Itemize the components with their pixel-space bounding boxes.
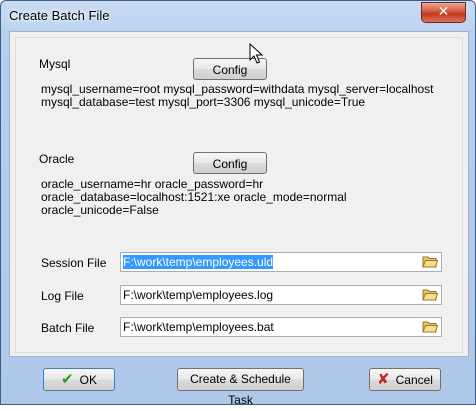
mysql-settings-line-2: mysql_database=test mysql_port=3306 mysq… bbox=[41, 95, 366, 109]
cancel-x-icon: ✘ bbox=[377, 370, 390, 388]
cancel-label: Cancel bbox=[395, 373, 433, 387]
cursor-icon bbox=[249, 43, 264, 64]
mysql-label: Mysql bbox=[39, 57, 71, 71]
session-file-value: F:\work\temp\employees.uld bbox=[123, 255, 274, 269]
close-button[interactable]: ✕ bbox=[421, 2, 466, 23]
ok-label: OK bbox=[79, 373, 97, 387]
mysql-settings-line-1: mysql_username=root mysql_password=withd… bbox=[41, 82, 434, 96]
title-bar: Create Batch File ✕ bbox=[1, 1, 475, 31]
oracle-settings-line-2: oracle_database=localhost:1521:xe oracle… bbox=[41, 190, 347, 204]
ok-button[interactable]: ✔ OK bbox=[43, 368, 115, 391]
window-title: Create Batch File bbox=[9, 8, 110, 23]
oracle-settings-line-3: oracle_unicode=False bbox=[41, 203, 159, 217]
batch-file-label: Batch File bbox=[41, 321, 95, 335]
oracle-settings-line-1: oracle_username=hr oracle_password=hr bbox=[41, 177, 264, 191]
log-file-input[interactable]: F:\work\temp\employees.log bbox=[120, 285, 442, 305]
batch-file-input[interactable]: F:\work\temp\employees.bat bbox=[120, 317, 442, 337]
check-icon: ✔ bbox=[61, 370, 74, 388]
folder-icon[interactable] bbox=[422, 255, 438, 268]
log-file-label: Log File bbox=[41, 289, 84, 303]
create-batch-file-window: Create Batch File ✕ Mysql Config mysql_u… bbox=[0, 0, 476, 407]
cancel-button[interactable]: ✘ Cancel bbox=[369, 368, 441, 391]
create-schedule-task-button[interactable]: Create & Schedule Task bbox=[177, 368, 304, 407]
oracle-config-button[interactable]: Config bbox=[193, 152, 267, 174]
session-file-label: Session File bbox=[41, 256, 107, 270]
session-file-input[interactable]: F:\work\temp\employees.uld bbox=[120, 252, 442, 272]
folder-icon[interactable] bbox=[422, 288, 438, 301]
oracle-label: Oracle bbox=[39, 152, 75, 166]
folder-icon[interactable] bbox=[422, 320, 438, 333]
